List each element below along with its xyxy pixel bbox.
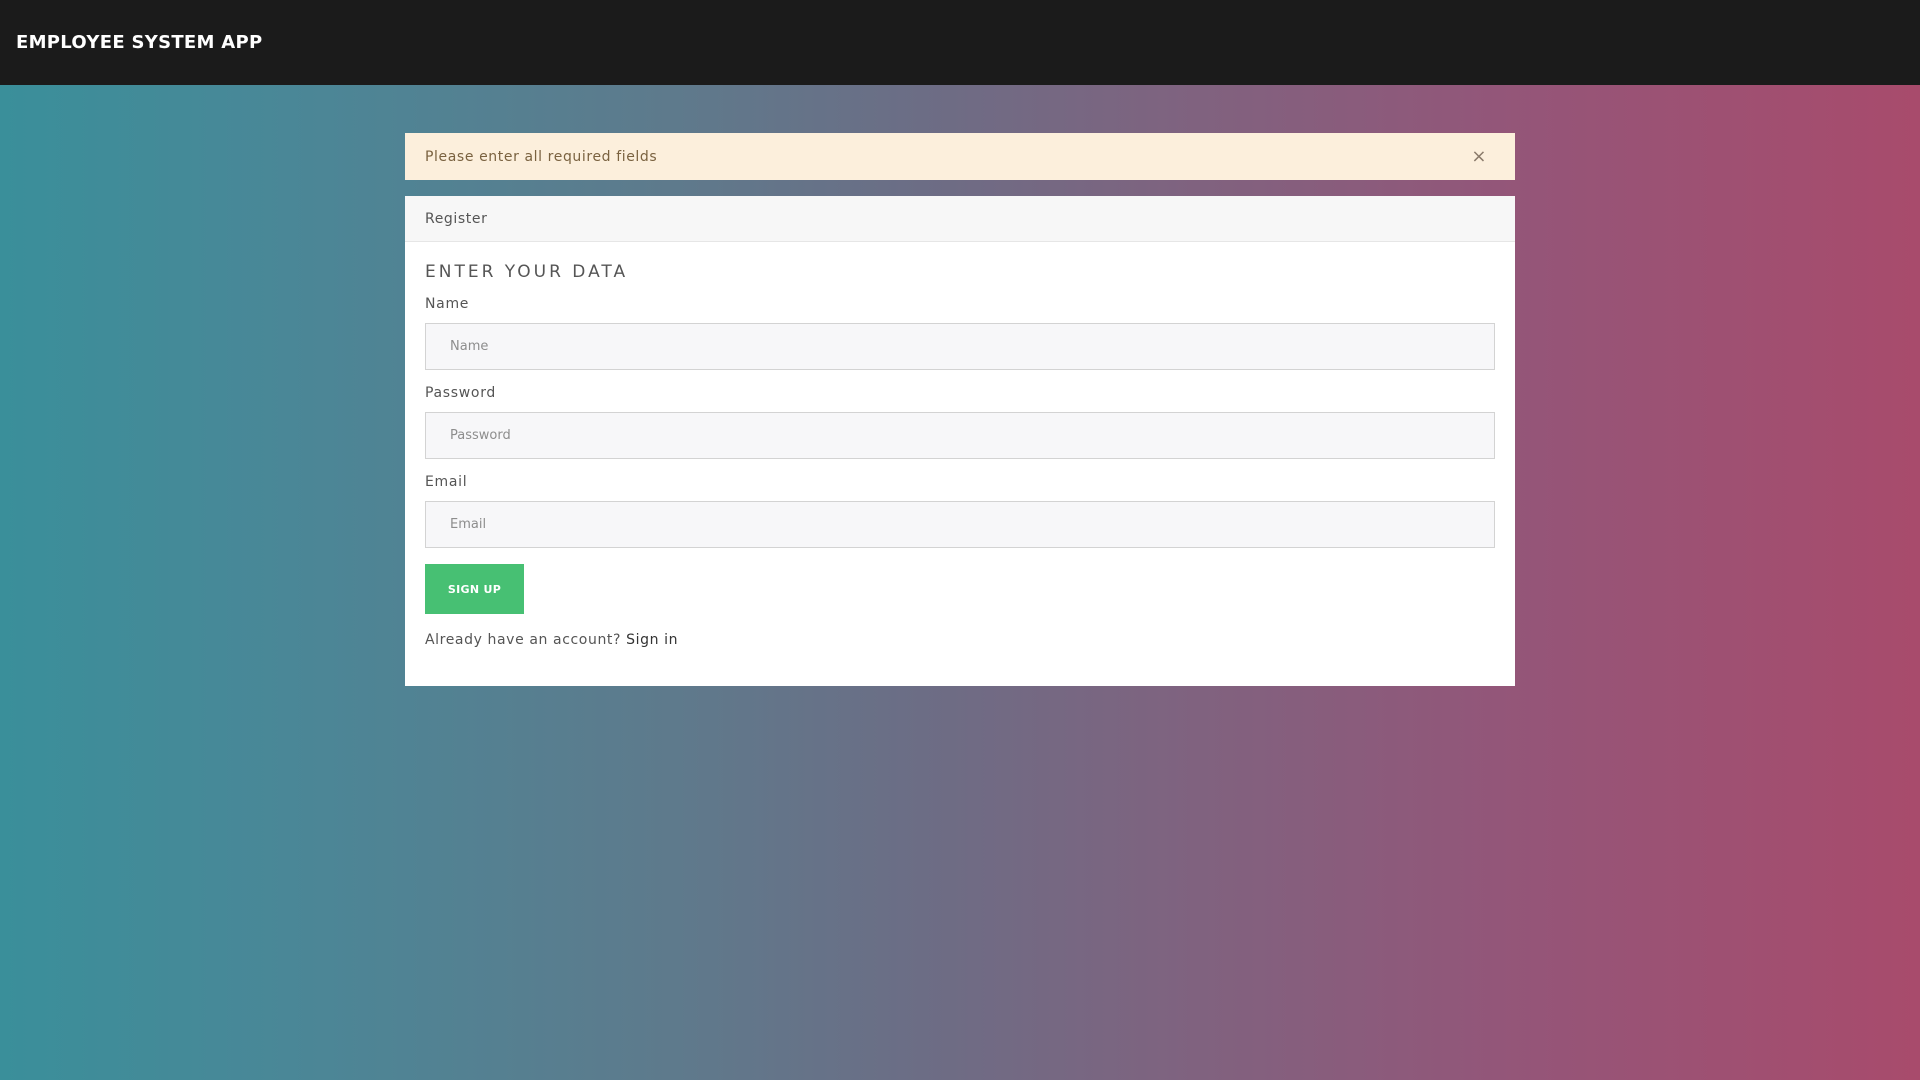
email-input[interactable]: [425, 501, 1495, 548]
name-group: Name: [425, 296, 1495, 370]
password-input[interactable]: [425, 412, 1495, 459]
email-group: Email: [425, 474, 1495, 548]
password-group: Password: [425, 385, 1495, 459]
card-header: Register: [405, 196, 1515, 242]
register-card: Register ENTER YOUR DATA Name Password E…: [405, 196, 1515, 686]
warning-alert: Please enter all required fields ×: [405, 133, 1515, 180]
navbar: EMPLOYEE SYSTEM APP: [0, 0, 1920, 85]
alert-message: Please enter all required fields: [425, 148, 658, 165]
account-prompt: Already have an account?: [425, 632, 622, 648]
sign-in-link[interactable]: Sign in: [626, 632, 678, 648]
account-prompt-row: Already have an account? Sign in: [425, 632, 1495, 648]
form-title: ENTER YOUR DATA: [425, 262, 629, 282]
name-label: Name: [425, 296, 470, 312]
main-container: Please enter all required fields × Regis…: [405, 133, 1515, 686]
sign-up-button[interactable]: SIGN UP: [425, 564, 524, 614]
app-title[interactable]: EMPLOYEE SYSTEM APP: [16, 32, 263, 53]
close-icon[interactable]: ×: [1471, 147, 1495, 166]
password-label: Password: [425, 385, 496, 401]
card-header-label: Register: [425, 210, 488, 227]
card-body: ENTER YOUR DATA Name Password Email SIGN…: [405, 242, 1515, 686]
email-label: Email: [425, 474, 468, 490]
name-input[interactable]: [425, 323, 1495, 370]
